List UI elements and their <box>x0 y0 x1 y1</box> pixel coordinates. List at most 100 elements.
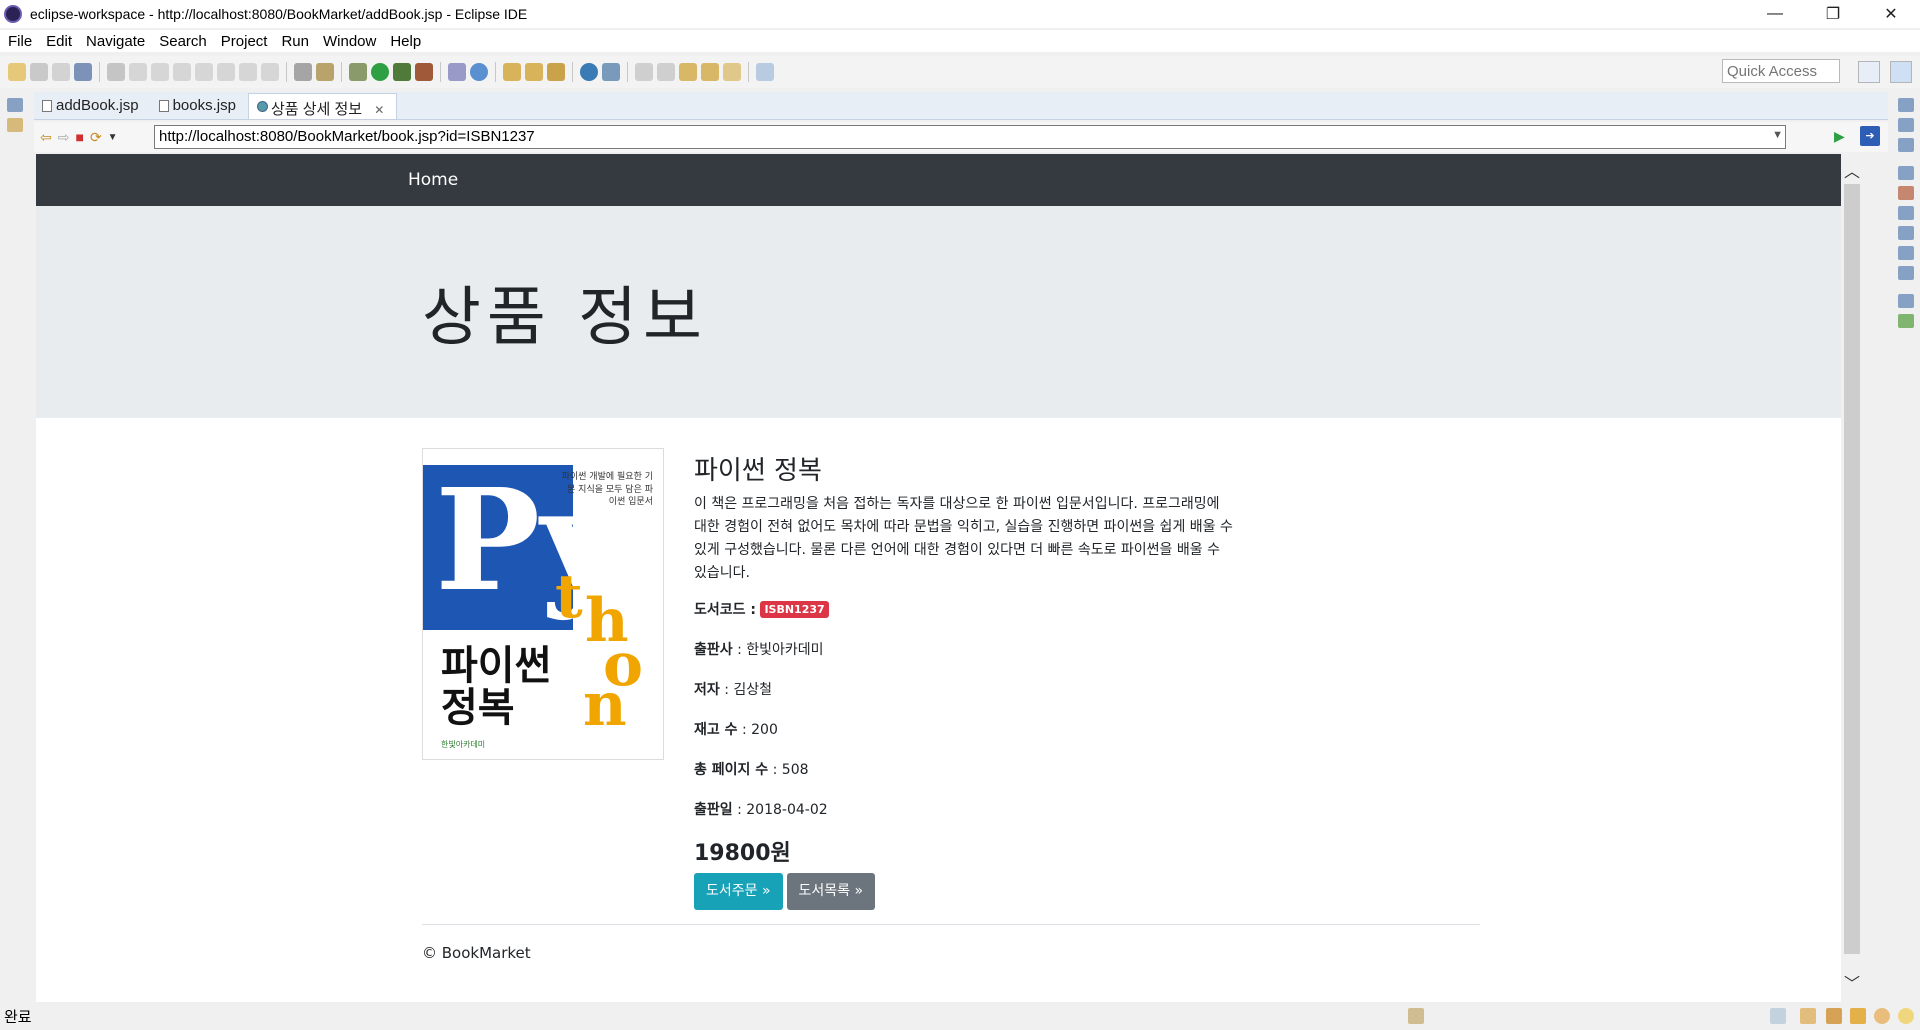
open-folder-icon[interactable] <box>503 63 521 81</box>
menu-file[interactable]: File <box>2 33 40 50</box>
properties-icon[interactable] <box>1898 206 1914 220</box>
open-file-icon[interactable] <box>525 63 543 81</box>
restore-button[interactable]: ❐ <box>1804 0 1862 28</box>
gear-icon[interactable] <box>1874 1008 1890 1024</box>
coverage-icon[interactable] <box>393 63 411 81</box>
debug-icon[interactable] <box>349 63 367 81</box>
home-link[interactable]: Home <box>408 170 458 190</box>
book-list-button[interactable]: 도서목록 » <box>786 873 876 910</box>
url-input[interactable]: http://localhost:8080/BookMarket/book.js… <box>154 125 1786 149</box>
restore-view-icon[interactable] <box>1898 166 1914 180</box>
forward-icon[interactable] <box>723 63 741 81</box>
terminal-icon[interactable] <box>74 63 92 81</box>
skip-breakpoints-icon[interactable] <box>107 63 125 81</box>
minimize-button[interactable]: — <box>1746 0 1804 28</box>
restore-view-icon[interactable] <box>1898 98 1914 112</box>
progress-icon[interactable] <box>1408 1008 1424 1024</box>
open-external-browser-icon[interactable]: ➔ <box>1860 126 1880 146</box>
resume-icon[interactable] <box>129 63 147 81</box>
console-icon[interactable] <box>1898 266 1914 280</box>
folder-icon[interactable] <box>1800 1008 1816 1024</box>
status-text: 완료 <box>4 1008 32 1026</box>
new-icon[interactable] <box>8 63 26 81</box>
tab-addbook[interactable]: addBook.jsp <box>34 93 151 119</box>
wand-icon[interactable] <box>1850 1008 1866 1024</box>
back-icon[interactable] <box>701 63 719 81</box>
open-perspective-icon[interactable] <box>1858 61 1880 83</box>
window-controls: — ❐ ✕ <box>1746 0 1920 28</box>
last-edit-icon[interactable] <box>679 63 697 81</box>
open-task-icon[interactable] <box>294 63 312 81</box>
chevron-down-icon[interactable]: ▼ <box>108 132 118 143</box>
go-icon[interactable]: ▶ <box>1834 128 1845 145</box>
menu-run[interactable]: Run <box>275 33 317 50</box>
back-icon[interactable]: ⇦ <box>40 129 52 146</box>
search-tool-icon[interactable] <box>602 63 620 81</box>
restore-view-icon[interactable] <box>7 98 23 112</box>
outline-icon[interactable] <box>1898 118 1914 132</box>
project-explorer-icon[interactable] <box>7 118 23 132</box>
toolbar-separator <box>495 62 496 82</box>
new-class-icon[interactable] <box>470 63 488 81</box>
step-into-icon[interactable] <box>217 63 235 81</box>
run-icon[interactable] <box>371 63 389 81</box>
forward-icon[interactable]: ⇨ <box>58 129 70 146</box>
chevron-down-icon[interactable]: ▼ <box>1772 129 1783 141</box>
menu-project[interactable]: Project <box>215 33 276 50</box>
hat-icon[interactable] <box>1826 1008 1842 1024</box>
tab-product-detail[interactable]: 상품 상세 정보 ✕ <box>247 93 398 119</box>
pages-value: 508 <box>781 762 809 778</box>
pin-editor-icon[interactable] <box>756 63 774 81</box>
stop-icon[interactable]: ■ <box>75 129 83 145</box>
terminate-icon[interactable] <box>173 63 191 81</box>
java-ee-perspective-icon[interactable] <box>1890 61 1912 83</box>
save-all-icon[interactable] <box>52 63 70 81</box>
next-annotation-icon[interactable] <box>635 63 653 81</box>
data-source-icon[interactable] <box>1898 246 1914 260</box>
author-row: 저자 : 김상철 <box>694 682 773 698</box>
menu-window[interactable]: Window <box>317 33 384 50</box>
markers-icon[interactable] <box>1898 186 1914 200</box>
vertical-scrollbar[interactable]: ︿ ﹀ <box>1841 154 1863 1002</box>
stock-value: 200 <box>751 722 778 738</box>
step-over-icon[interactable] <box>239 63 257 81</box>
toolbar-separator <box>286 62 287 82</box>
new-server-icon[interactable] <box>448 63 466 81</box>
chevron-down-icon[interactable]: ﹀ <box>1844 970 1860 994</box>
servers-icon[interactable] <box>1898 226 1914 240</box>
toolbar-separator <box>341 62 342 82</box>
tab-label: books.jsp <box>172 97 236 114</box>
menu-help[interactable]: Help <box>384 33 429 50</box>
external-tools-icon[interactable] <box>415 63 433 81</box>
open-type-icon[interactable] <box>316 63 334 81</box>
pen-icon[interactable] <box>547 63 565 81</box>
menu-search[interactable]: Search <box>153 33 215 50</box>
chevron-up-icon[interactable]: ︿ <box>1844 158 1860 182</box>
lightbulb-icon[interactable] <box>1898 1008 1914 1024</box>
tab-label: 상품 상세 정보 <box>270 101 363 118</box>
quick-access-input[interactable] <box>1722 59 1840 83</box>
step-return-icon[interactable] <box>261 63 279 81</box>
toolbar-separator <box>99 62 100 82</box>
bookmark-icon[interactable] <box>1770 1008 1786 1024</box>
previous-annotation-icon[interactable] <box>657 63 675 81</box>
disconnect-icon[interactable] <box>195 63 213 81</box>
tab-books[interactable]: books.jsp <box>151 93 248 119</box>
book-cover-image: Py t h o n 파이썬 개발에 필요한 기본 지식을 모두 담은 파이썬 … <box>422 448 664 760</box>
task-list-icon[interactable] <box>1898 138 1914 152</box>
menu-navigate[interactable]: Navigate <box>80 33 153 50</box>
close-icon[interactable]: ✕ <box>374 103 384 117</box>
palette-icon[interactable] <box>1898 314 1914 328</box>
author-value: 김상철 <box>733 682 773 698</box>
restore-view-icon[interactable] <box>1898 294 1914 308</box>
menu-edit[interactable]: Edit <box>40 33 80 50</box>
suspend-icon[interactable] <box>151 63 169 81</box>
refresh-icon[interactable]: ⟳ <box>90 129 102 146</box>
scroll-thumb[interactable] <box>1844 184 1860 954</box>
close-button[interactable]: ✕ <box>1862 0 1920 28</box>
book-description: 이 책은 프로그래밍을 처음 접하는 독자를 대상으로 한 파이썬 입문서입니다… <box>694 496 1233 581</box>
save-icon[interactable] <box>30 63 48 81</box>
page-title: 상품 정보 <box>422 281 708 355</box>
globe-icon[interactable] <box>580 63 598 81</box>
order-book-button[interactable]: 도서주문 » <box>694 873 783 910</box>
